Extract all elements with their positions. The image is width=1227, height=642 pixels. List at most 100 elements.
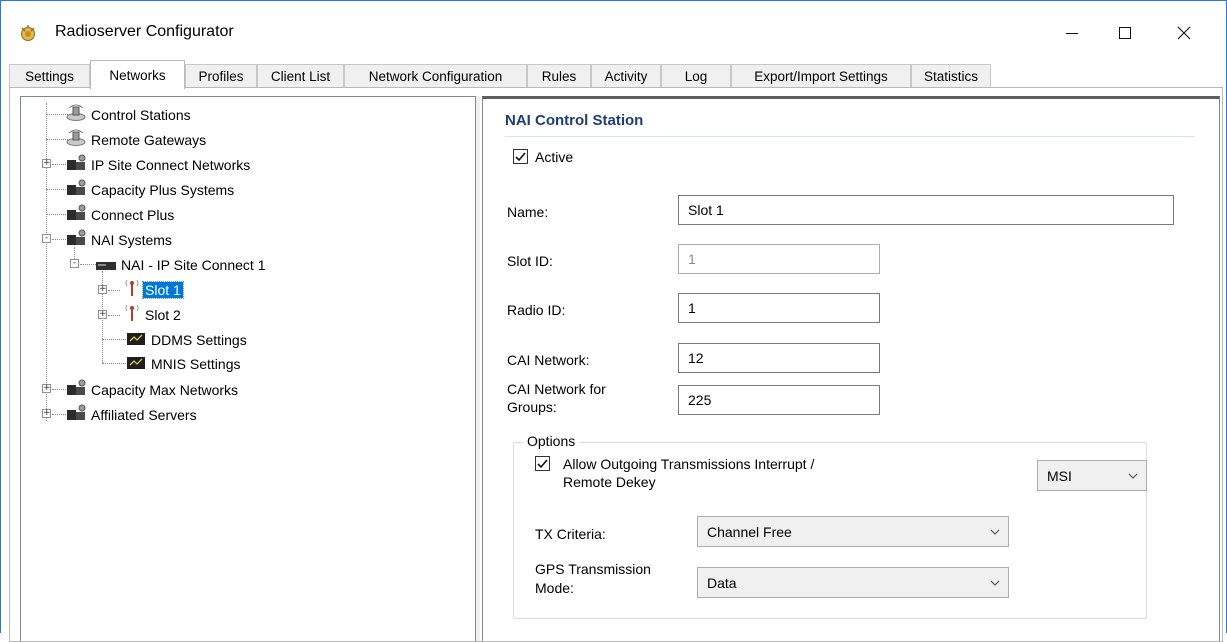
allow-interrupt-label-line2: Remote Dekey	[563, 474, 656, 490]
settings-module-icon	[127, 357, 145, 369]
cai-network-field[interactable]: 12	[678, 343, 880, 373]
tab-networks[interactable]: Networks	[90, 60, 185, 89]
expander-glyph: +	[99, 309, 107, 319]
tree-item-label: Affiliated Servers	[91, 407, 197, 423]
tree-item-label: Control Stations	[91, 107, 191, 123]
active-checkbox[interactable]	[513, 149, 528, 164]
expander-glyph: -	[44, 233, 49, 243]
cai-groups-value: 225	[688, 392, 712, 408]
tree-item-ddms-settings[interactable]: DDMS Settings	[149, 329, 249, 351]
tab-activity[interactable]: Activity	[591, 64, 661, 88]
tree-connector	[108, 315, 120, 316]
tree-expander-nai-systems[interactable]: -	[42, 234, 51, 243]
network-icon	[67, 404, 86, 420]
minimize-button[interactable]	[1049, 15, 1095, 51]
tree-item-capacity-max-networks[interactable]: Capacity Max Networks	[89, 379, 240, 401]
tree-expander-ip-site-connect[interactable]: +	[42, 159, 51, 168]
interrupt-method-select[interactable]: MSI	[1037, 460, 1147, 491]
slot-id-label: Slot ID:	[507, 253, 553, 269]
tree-item-label: DDMS Settings	[151, 332, 247, 348]
main-tab-strip: Settings Networks Profiles Client List N…	[9, 60, 1223, 89]
gps-mode-label-line2: Mode:	[535, 580, 574, 596]
title-bar[interactable]: Radioserver Configurator	[1, 1, 1226, 64]
allow-interrupt-checkbox[interactable]	[535, 456, 550, 471]
app-window: Radioserver Configurator Settings Networ…	[0, 0, 1227, 642]
tree-item-slot-1[interactable]: Slot 1	[142, 279, 184, 301]
tree-item-mnis-settings[interactable]: MNIS Settings	[149, 353, 242, 375]
tab-log[interactable]: Log	[661, 64, 731, 88]
gps-mode-value: Data	[707, 574, 737, 591]
antenna-icon	[125, 304, 139, 321]
tab-label: Statistics	[923, 69, 978, 84]
tab-statistics[interactable]: Statistics	[911, 64, 991, 88]
maximize-icon	[1119, 27, 1131, 39]
tree-connector	[46, 103, 47, 421]
tx-criteria-label: TX Criteria:	[535, 526, 606, 542]
tree-item-nai-ip-site-connect-1[interactable]: NAI - IP Site Connect 1	[119, 254, 267, 276]
expander-glyph: +	[43, 383, 51, 393]
app-logo-icon	[21, 25, 35, 41]
tab-export-import-settings[interactable]: Export/Import Settings	[731, 64, 911, 88]
tab-label: Export/Import Settings	[754, 69, 888, 84]
tab-network-configuration[interactable]: Network Configuration	[344, 64, 527, 88]
tree-item-control-stations[interactable]: Control Stations	[89, 104, 193, 126]
tree-item-label: Slot 2	[145, 307, 181, 323]
cai-network-value: 12	[688, 350, 704, 366]
tree-connector	[108, 290, 120, 291]
radio-id-field[interactable]: 1	[678, 293, 880, 323]
networks-tree[interactable]: Control Stations Remote Gateways + IP Si…	[20, 96, 476, 641]
tab-label: Network Configuration	[368, 69, 503, 84]
radio-id-label: Radio ID:	[507, 302, 566, 318]
tree-item-label: Capacity Max Networks	[91, 382, 239, 398]
slot-id-value: 1	[688, 251, 696, 267]
tab-client-list[interactable]: Client List	[257, 64, 344, 88]
remote-gateway-icon	[66, 129, 86, 146]
tab-label: Settings	[25, 69, 74, 84]
tx-criteria-select[interactable]: Channel Free	[697, 516, 1009, 547]
tab-label: Client List	[270, 69, 331, 84]
tree-item-label: Capacity Plus Systems	[91, 182, 235, 198]
minimize-icon	[1066, 33, 1078, 34]
radio-id-value: 1	[688, 300, 696, 316]
tree-item-ip-site-connect-networks[interactable]: IP Site Connect Networks	[89, 154, 252, 176]
pane-splitter[interactable]	[476, 96, 480, 641]
gps-mode-label-line1: GPS Transmission	[535, 561, 651, 577]
control-station-icon	[66, 104, 86, 121]
chevron-down-icon	[1128, 473, 1138, 479]
section-title: NAI Control Station	[505, 112, 644, 129]
window-title: Radioserver Configurator	[55, 23, 234, 40]
options-legend: Options	[523, 433, 580, 449]
name-label: Name:	[507, 204, 549, 220]
tree-item-remote-gateways[interactable]: Remote Gateways	[89, 129, 208, 151]
tree-expander-affiliated-servers[interactable]: +	[42, 409, 51, 418]
tree-expander-slot-1[interactable]: +	[98, 285, 107, 294]
cai-network-label: CAI Network:	[507, 352, 590, 368]
tab-rules[interactable]: Rules	[527, 64, 591, 88]
interrupt-method-value: MSI	[1047, 467, 1072, 484]
tree-item-slot-2[interactable]: Slot 2	[143, 304, 183, 326]
gps-mode-select[interactable]: Data	[697, 567, 1009, 598]
network-icon	[67, 379, 86, 395]
tree-connector	[80, 264, 96, 265]
expander-glyph: +	[99, 284, 107, 294]
active-label: Active	[535, 149, 574, 165]
tree-item-capacity-plus-systems[interactable]: Capacity Plus Systems	[89, 179, 236, 201]
tree-item-label: IP Site Connect Networks	[91, 157, 251, 173]
tree-item-connect-plus[interactable]: Connect Plus	[89, 204, 176, 226]
close-button[interactable]	[1161, 15, 1207, 51]
tree-item-label: Connect Plus	[91, 207, 175, 223]
control-station-details: NAI Control Station Active Name: Slot 1 …	[482, 96, 1220, 641]
maximize-button[interactable]	[1102, 15, 1148, 51]
tree-expander-capacity-max[interactable]: +	[42, 384, 51, 393]
cai-groups-field[interactable]: 225	[678, 385, 880, 415]
tab-profiles[interactable]: Profiles	[185, 64, 257, 88]
tab-label: Rules	[541, 69, 577, 84]
tree-expander-slot-2[interactable]: +	[98, 310, 107, 319]
tab-label: Networks	[109, 67, 166, 83]
tree-expander-nai-ip-site-connect-1[interactable]: -	[70, 259, 79, 268]
tab-settings[interactable]: Settings	[9, 64, 90, 88]
tree-item-affiliated-servers[interactable]: Affiliated Servers	[89, 404, 199, 426]
tab-label: Activity	[604, 69, 648, 84]
tree-item-nai-systems[interactable]: NAI Systems	[89, 229, 174, 251]
name-field[interactable]: Slot 1	[678, 195, 1174, 225]
